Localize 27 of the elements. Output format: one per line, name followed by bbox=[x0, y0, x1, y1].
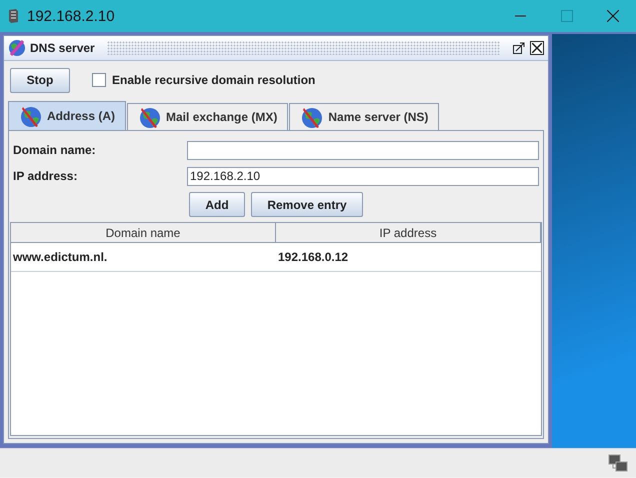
internal-window-title: DNS server bbox=[30, 41, 95, 55]
detach-button[interactable] bbox=[512, 41, 526, 55]
add-button[interactable]: Add bbox=[189, 192, 245, 217]
field-label: Domain name: bbox=[13, 143, 97, 157]
globe-icon bbox=[138, 105, 162, 129]
maximize-icon bbox=[561, 10, 573, 22]
window-title: 192.168.2.10 bbox=[27, 8, 116, 24]
column-header[interactable]: Domain name bbox=[11, 223, 276, 243]
input-field[interactable] bbox=[187, 140, 539, 160]
close-button[interactable] bbox=[530, 41, 544, 55]
tab[interactable]: Address (A) bbox=[8, 101, 126, 130]
checkbox-box[interactable] bbox=[92, 73, 106, 87]
remove-button[interactable]: Remove entry bbox=[251, 192, 363, 217]
dns-icon bbox=[8, 39, 26, 57]
server-icon bbox=[7, 8, 19, 24]
network-icon bbox=[608, 454, 628, 472]
field-label: IP address: bbox=[13, 169, 78, 183]
close-icon bbox=[607, 10, 619, 22]
globe-icon bbox=[19, 104, 43, 128]
column-header[interactable]: IP address bbox=[276, 223, 541, 243]
table-cell: 192.168.0.12 bbox=[278, 250, 348, 264]
input-field[interactable]: 192.168.2.10 bbox=[187, 166, 539, 186]
stop-button[interactable]: Stop bbox=[10, 68, 70, 92]
globe-icon bbox=[300, 105, 324, 129]
tab[interactable]: Name server (NS) bbox=[289, 103, 440, 130]
tab[interactable]: Mail exchange (MX) bbox=[127, 103, 288, 130]
table-cell: www.edictum.nl. bbox=[13, 250, 108, 264]
